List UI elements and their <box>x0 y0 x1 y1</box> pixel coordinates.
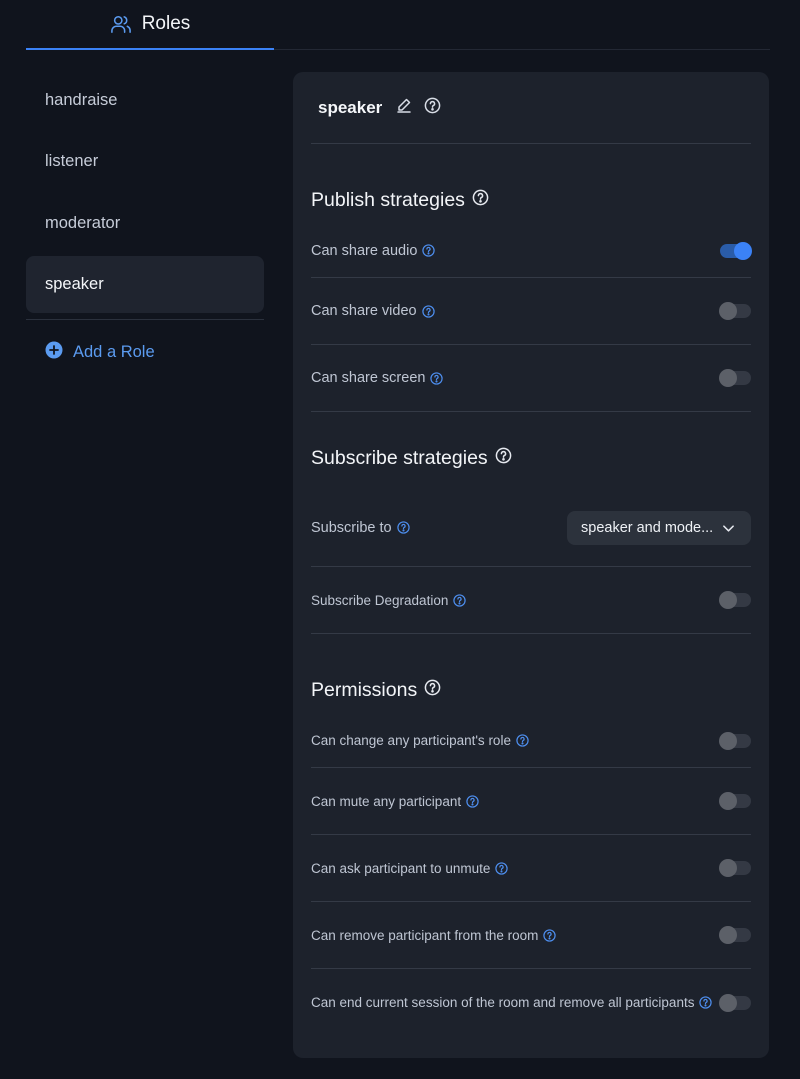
edit-icon[interactable] <box>396 97 412 118</box>
setting-label: Can change any participant's role <box>311 733 511 748</box>
help-icon[interactable] <box>543 928 557 942</box>
role-item-listener[interactable]: listener <box>26 133 264 190</box>
publish-strategies-title: Publish strategies <box>311 188 751 212</box>
tab-label: Roles <box>141 13 191 34</box>
subscribe-degradation-toggle[interactable] <box>719 591 751 609</box>
users-icon <box>110 14 132 34</box>
role-settings-panel: speaker Publish strategies Can share aud… <box>293 72 769 1058</box>
help-icon[interactable] <box>516 734 529 747</box>
ask-unmute-toggle[interactable] <box>719 859 751 877</box>
setting-label: Subscribe to <box>311 519 392 536</box>
setting-row-share-audio: Can share audio <box>311 224 752 278</box>
help-icon[interactable] <box>495 861 509 875</box>
role-item-moderator[interactable]: moderator <box>26 195 264 252</box>
setting-label: Subscribe Degradation <box>311 592 449 608</box>
subscribe-to-select[interactable]: speaker and mode... <box>567 510 751 545</box>
help-icon[interactable] <box>422 244 436 257</box>
section-title-text: Permissions <box>311 678 418 701</box>
role-header: speaker <box>311 72 751 144</box>
roles-sidebar: handraise listener moderator speaker Add… <box>26 72 264 364</box>
help-icon[interactable] <box>424 679 441 702</box>
setting-row-remove-participant: Can remove participant from the room <box>311 902 751 969</box>
help-icon[interactable] <box>424 97 441 119</box>
help-icon[interactable] <box>396 521 410 534</box>
share-video-toggle[interactable] <box>719 302 751 320</box>
setting-row-change-role: Can change any participant's role <box>311 714 751 768</box>
role-item-speaker[interactable]: speaker <box>26 255 264 313</box>
setting-label: Can ask participant to unmute <box>311 860 491 876</box>
role-name: speaker <box>318 97 383 117</box>
mute-participant-toggle[interactable] <box>719 792 751 810</box>
setting-row-mute-participant: Can mute any participant <box>311 768 751 835</box>
role-item-handraise[interactable]: handraise <box>26 72 264 129</box>
permissions-title: Permissions <box>311 678 751 702</box>
add-role-label: Add a Role <box>73 343 155 362</box>
remove-participant-toggle[interactable] <box>719 926 751 944</box>
end-session-toggle[interactable] <box>719 993 751 1012</box>
setting-row-share-video: Can share video <box>311 278 751 345</box>
help-icon[interactable] <box>430 371 444 385</box>
help-icon[interactable] <box>421 304 435 318</box>
setting-row-subscribe-degradation: Subscribe Degradation <box>311 567 751 634</box>
setting-label: Can share screen <box>311 370 426 386</box>
setting-label: Can end current session of the room and … <box>311 995 695 1010</box>
plus-circle-icon <box>45 341 63 364</box>
section-title-text: Publish strategies <box>311 188 465 211</box>
help-icon[interactable] <box>453 593 467 607</box>
tab-roles[interactable]: Roles <box>26 0 274 50</box>
add-role-button[interactable]: Add a Role <box>26 341 264 364</box>
help-icon[interactable] <box>699 996 713 1009</box>
section-title-text: Subscribe strategies <box>311 446 488 469</box>
setting-label: Can share video <box>311 303 417 319</box>
help-icon[interactable] <box>495 447 512 470</box>
setting-row-subscribe-to: Subscribe to speaker and mode... <box>311 489 751 567</box>
share-audio-toggle[interactable] <box>720 241 752 260</box>
setting-label: Can mute any participant <box>311 793 462 809</box>
change-role-toggle[interactable] <box>719 731 751 750</box>
setting-row-ask-unmute: Can ask participant to unmute <box>311 835 751 902</box>
setting-row-end-session: Can end current session of the room and … <box>311 969 751 1036</box>
select-value: speaker and mode... <box>581 519 714 536</box>
setting-label: Can share audio <box>311 242 418 259</box>
share-screen-toggle[interactable] <box>719 369 751 387</box>
setting-label: Can remove participant from the room <box>311 927 539 943</box>
help-icon[interactable] <box>472 189 489 212</box>
tab-bar: Roles <box>26 0 770 50</box>
subscribe-strategies-title: Subscribe strategies <box>311 446 751 470</box>
sidebar-divider <box>26 318 264 320</box>
setting-row-share-screen: Can share screen <box>311 345 751 412</box>
help-icon[interactable] <box>466 794 479 808</box>
